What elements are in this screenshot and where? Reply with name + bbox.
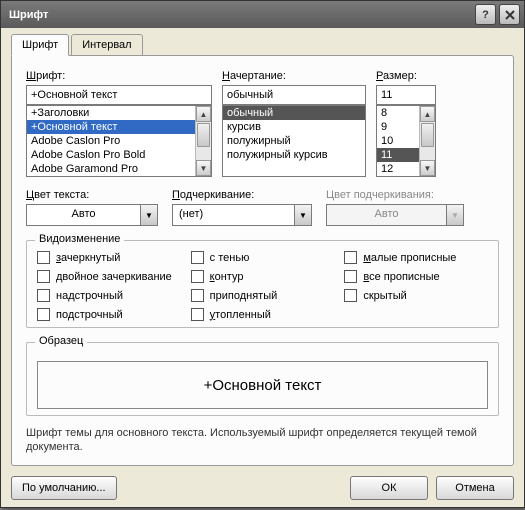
effects-group: Видоизменение зачеркнутый двойное зачерк… [26, 240, 499, 328]
list-item[interactable]: обычный [223, 106, 365, 120]
checkbox-icon [37, 270, 50, 283]
font-input[interactable] [26, 85, 212, 105]
list-item[interactable]: полужирный [223, 134, 365, 148]
scroll-up-icon[interactable]: ▲ [420, 106, 435, 122]
check-strikethrough[interactable]: зачеркнутый [37, 251, 181, 264]
size-listbox[interactable]: 8 9 10 11 12 ▲ ▼ [376, 105, 436, 177]
size-label: Размер: [376, 70, 436, 82]
cancel-button[interactable]: Отмена [436, 476, 514, 500]
scroll-thumb[interactable] [421, 123, 434, 147]
list-item[interactable]: 11 [377, 148, 419, 162]
list-item[interactable]: Adobe Caslon Pro [27, 134, 195, 148]
help-button[interactable]: ? [475, 4, 496, 25]
tab-interval[interactable]: Интервал [71, 34, 142, 56]
style-label: Начертание: [222, 70, 366, 82]
list-item[interactable]: 8 [377, 106, 419, 120]
underline-combo[interactable]: (нет) ▼ [172, 204, 312, 226]
check-emboss[interactable]: приподнятый [191, 289, 335, 302]
checkbox-icon [191, 308, 204, 321]
chevron-down-icon: ▼ [446, 204, 464, 226]
checkbox-icon [191, 270, 204, 283]
check-double-strike[interactable]: двойное зачеркивание [37, 270, 181, 283]
default-button[interactable]: По умолчанию... [11, 476, 117, 500]
tab-interval-label: Интервал [82, 39, 131, 51]
font-label: Шрифт: [26, 70, 212, 82]
list-item[interactable]: +Основной текст [27, 120, 195, 134]
window-title: Шрифт [5, 9, 472, 21]
color-combo[interactable]: Авто ▼ [26, 204, 158, 226]
close-icon [505, 10, 515, 20]
tab-font-label: Шрифт [22, 39, 58, 51]
titlebar: Шрифт ? [1, 1, 524, 28]
check-superscript[interactable]: надстрочный [37, 289, 181, 302]
checkbox-icon [344, 270, 357, 283]
check-hidden[interactable]: скрытый [344, 289, 488, 302]
font-dialog: Шрифт ? Шрифт Интервал Шрифт: +Заголовки… [0, 0, 525, 508]
check-outline[interactable]: контур [191, 270, 335, 283]
sample-label: Образец [35, 335, 87, 347]
checkbox-icon [37, 289, 50, 302]
scroll-thumb[interactable] [197, 123, 210, 147]
color-value: Авто [26, 204, 140, 226]
checkbox-icon [37, 251, 50, 264]
checkbox-icon [191, 251, 204, 264]
ulcolor-value: Авто [326, 204, 446, 226]
dialog-footer: По умолчанию... ОК Отмена [11, 476, 514, 500]
color-label: Цвет текста: [26, 189, 158, 201]
scroll-down-icon[interactable]: ▼ [196, 160, 211, 176]
effects-label: Видоизменение [35, 233, 124, 245]
scrollbar[interactable]: ▲ ▼ [195, 106, 211, 176]
list-item[interactable]: +Заголовки [27, 106, 195, 120]
chevron-down-icon[interactable]: ▼ [140, 204, 158, 226]
chevron-down-icon[interactable]: ▼ [294, 204, 312, 226]
list-item[interactable]: курсив [223, 120, 365, 134]
scroll-down-icon[interactable]: ▼ [420, 160, 435, 176]
close-button[interactable] [499, 4, 520, 25]
check-allcaps[interactable]: все прописные [344, 270, 488, 283]
tab-panel: Шрифт: +Заголовки +Основной текст Adobe … [11, 55, 514, 466]
size-input[interactable] [376, 85, 436, 105]
checkbox-icon [191, 289, 204, 302]
checkbox-icon [37, 308, 50, 321]
scroll-up-icon[interactable]: ▲ [196, 106, 211, 122]
list-item[interactable]: Adobe Garamond Pro [27, 162, 195, 176]
list-item[interactable]: 10 [377, 134, 419, 148]
ulcolor-combo: Авто ▼ [326, 204, 464, 226]
list-item[interactable]: Adobe Caslon Pro Bold [27, 148, 195, 162]
sample-group: Образец +Основной текст [26, 342, 499, 416]
description-text: Шрифт темы для основного текста. Использ… [26, 426, 499, 455]
list-item[interactable]: 12 [377, 162, 419, 176]
style-listbox[interactable]: обычный курсив полужирный полужирный кур… [222, 105, 366, 177]
list-item[interactable]: полужирный курсив [223, 148, 365, 162]
sample-preview: +Основной текст [37, 361, 488, 409]
font-listbox[interactable]: +Заголовки +Основной текст Adobe Caslon … [26, 105, 212, 177]
checkbox-icon [344, 289, 357, 302]
ulcolor-label: Цвет подчеркивания: [326, 189, 464, 201]
ok-button[interactable]: ОК [350, 476, 428, 500]
underline-value: (нет) [172, 204, 294, 226]
check-shadow[interactable]: с тенью [191, 251, 335, 264]
check-engrave[interactable]: утопленный [191, 308, 335, 321]
tab-bar: Шрифт Интервал [11, 34, 514, 56]
list-item[interactable]: 9 [377, 120, 419, 134]
style-input[interactable] [222, 85, 366, 105]
check-smallcaps[interactable]: малые прописные [344, 251, 488, 264]
checkbox-icon [344, 251, 357, 264]
underline-label: ППодчеркивание:одчеркивание: [172, 189, 312, 201]
check-subscript[interactable]: подстрочный [37, 308, 181, 321]
scrollbar[interactable]: ▲ ▼ [419, 106, 435, 176]
tab-font[interactable]: Шрифт [11, 34, 69, 56]
